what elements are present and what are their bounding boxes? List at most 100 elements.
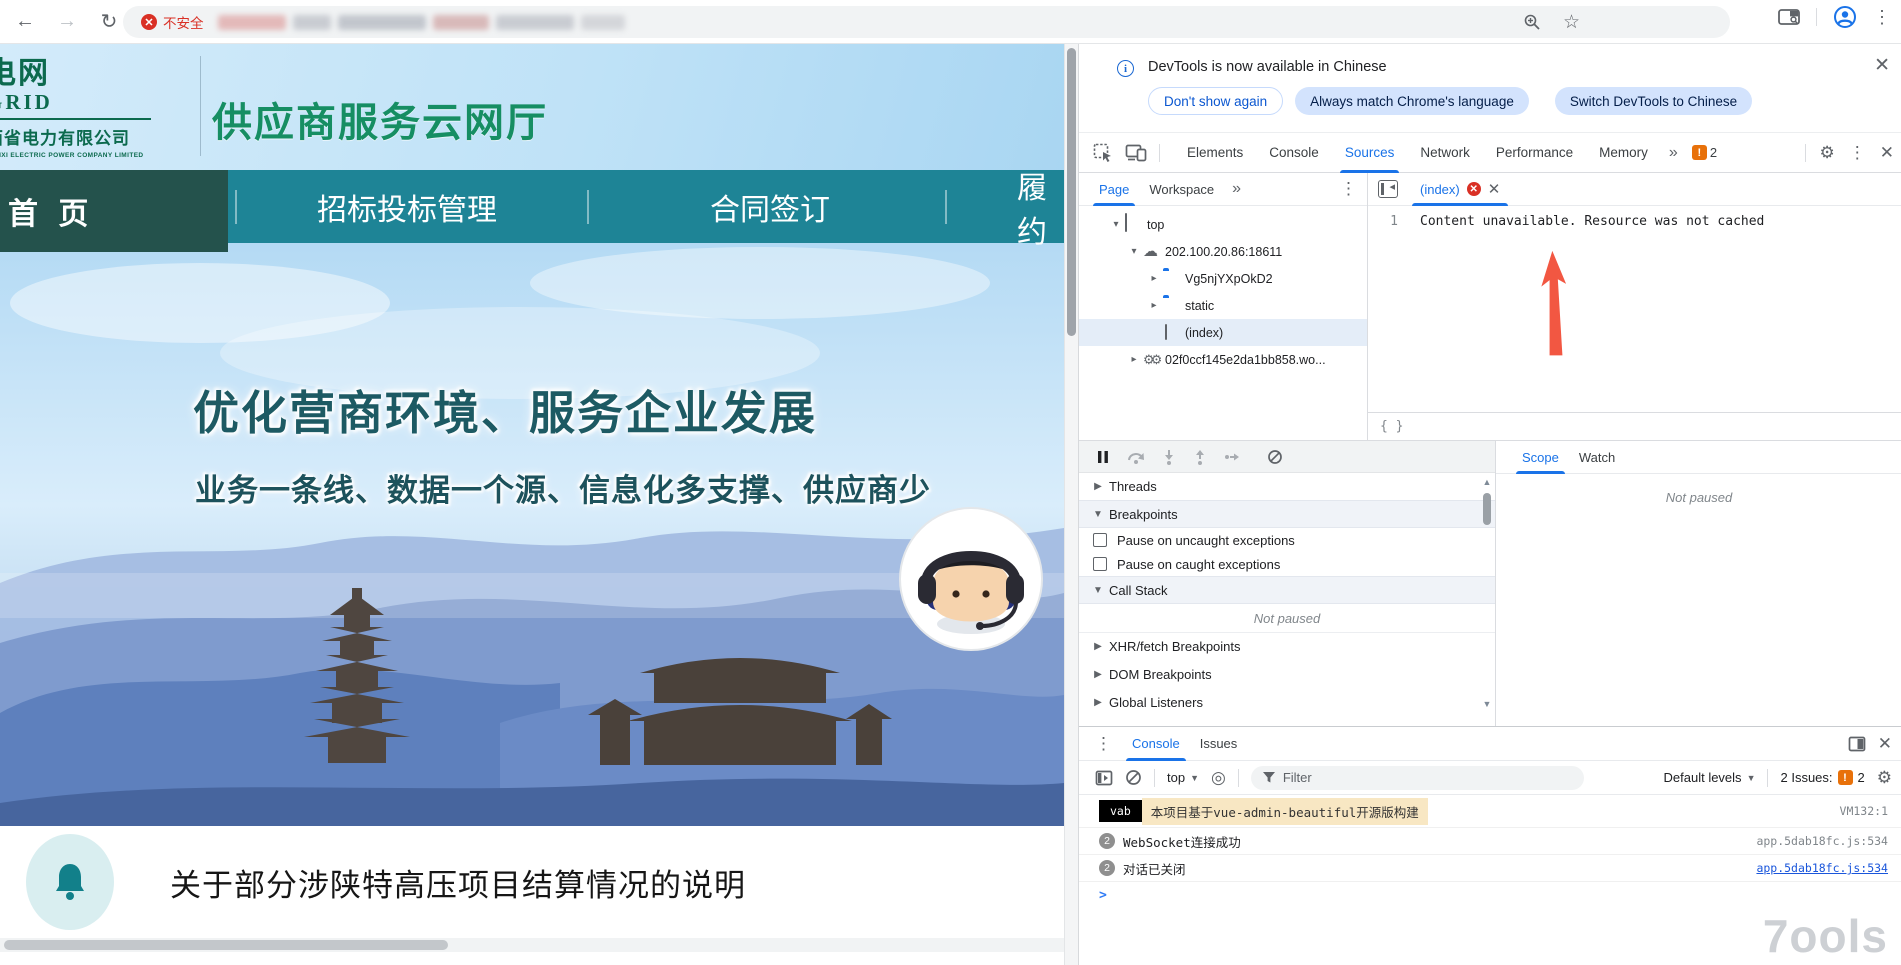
step-icon[interactable] xyxy=(1224,449,1240,465)
section-breakpoints[interactable]: ▼ Breakpoints xyxy=(1079,500,1495,528)
horizontal-scrollbar[interactable] xyxy=(0,938,1064,952)
infobar-close-icon[interactable]: ✕ xyxy=(1874,54,1890,77)
tab-issues[interactable]: Issues xyxy=(1190,727,1248,761)
chevron-down-icon: ▼ xyxy=(1091,509,1105,520)
zoom-icon[interactable] xyxy=(1523,13,1541,31)
navigator-more-tabs-icon[interactable]: » xyxy=(1224,180,1249,198)
bookmark-star-icon[interactable]: ☆ xyxy=(1563,11,1580,34)
profile-icon[interactable] xyxy=(1833,5,1857,29)
devtools-menu-icon[interactable]: ⋮ xyxy=(1849,143,1866,163)
tab-performance[interactable]: Performance xyxy=(1483,133,1586,173)
address-bar[interactable]: ✕ 不安全 ☆ xyxy=(123,6,1730,38)
section-xhr-breakpoints[interactable]: ▶ XHR/fetch Breakpoints xyxy=(1079,632,1495,660)
deactivate-breakpoints-icon[interactable] xyxy=(1267,449,1283,465)
nav-item-home[interactable]: 首 页 xyxy=(0,170,228,252)
devtools-toolbar: Elements Console Sources Network Perform… xyxy=(1079,133,1901,173)
message-source-link[interactable]: app.5dab18fc.js:534 xyxy=(1756,861,1888,875)
nav-item-bidding[interactable]: 招标投标管理 xyxy=(317,170,497,243)
tree-item-top[interactable]: ▾ top xyxy=(1079,211,1367,238)
chevron-right-icon: ▶ xyxy=(1091,481,1105,492)
code-line: 1 Content unavailable. Resource was not … xyxy=(1368,214,1901,229)
line-number: 1 xyxy=(1368,214,1398,229)
chevron-right-icon: ▶ xyxy=(1091,669,1105,680)
customer-service-avatar[interactable] xyxy=(898,506,1044,652)
match-language-button[interactable]: Always match Chrome's language xyxy=(1295,87,1529,115)
tab-watch[interactable]: Watch xyxy=(1569,441,1625,474)
levels-selector[interactable]: Default levels▼ xyxy=(1664,770,1756,785)
chevron-right-icon[interactable]: ▸ xyxy=(1127,354,1141,365)
live-expression-icon[interactable]: ◎ xyxy=(1211,768,1226,788)
tab-network[interactable]: Network xyxy=(1407,133,1483,173)
chevron-down-icon[interactable]: ▾ xyxy=(1109,219,1123,230)
section-global-listeners[interactable]: ▶ Global Listeners xyxy=(1079,688,1495,716)
console-filter-input[interactable]: Filter xyxy=(1251,766,1584,790)
more-tabs-icon[interactable]: » xyxy=(1661,144,1686,162)
console-prompt[interactable]: > xyxy=(1079,882,1901,903)
console-settings-icon[interactable]: ⚙ xyxy=(1877,768,1892,788)
tab-console-drawer[interactable]: Console xyxy=(1122,727,1190,761)
close-tab-icon[interactable]: ✕ xyxy=(1488,180,1501,198)
settings-gear-icon[interactable]: ⚙ xyxy=(1820,143,1835,163)
navigator-tab-page[interactable]: Page xyxy=(1089,173,1139,206)
chevron-down-icon[interactable]: ▾ xyxy=(1127,246,1141,257)
forward-icon[interactable]: → xyxy=(50,5,84,39)
drawer-menu-icon[interactable]: ⋮ xyxy=(1095,734,1112,754)
navigator-menu-icon[interactable]: ⋮ xyxy=(1340,179,1357,199)
device-toolbar-icon[interactable] xyxy=(1125,143,1147,163)
back-icon[interactable]: ← xyxy=(8,5,42,39)
chevron-right-icon[interactable]: ▸ xyxy=(1147,273,1161,284)
console-sidebar-icon[interactable] xyxy=(1095,770,1113,786)
pause-uncaught-checkbox[interactable] xyxy=(1093,533,1107,547)
nav-item-contract[interactable]: 合同签订 xyxy=(710,170,830,243)
hscroll-thumb[interactable] xyxy=(4,940,448,950)
section-dom-breakpoints[interactable]: ▶ DOM Breakpoints xyxy=(1079,660,1495,688)
navigator-tab-workspace[interactable]: Workspace xyxy=(1139,173,1224,206)
devtools-close-icon[interactable]: ✕ xyxy=(1880,143,1894,163)
tab-sources[interactable]: Sources xyxy=(1332,133,1408,173)
dont-show-again-button[interactable]: Don't show again xyxy=(1148,87,1283,115)
browser-menu-icon[interactable]: ⋮ xyxy=(1873,7,1891,28)
tree-item-index[interactable]: (index) xyxy=(1079,319,1367,346)
tab-scope[interactable]: Scope xyxy=(1512,441,1569,474)
drawer-close-icon[interactable]: ✕ xyxy=(1878,734,1892,754)
step-out-icon[interactable] xyxy=(1193,449,1207,465)
reload-icon[interactable]: ↻ xyxy=(92,5,126,39)
tree-item-folder[interactable]: ▸ Vg5njYXpOkD2 xyxy=(1079,265,1367,292)
inspect-icon[interactable] xyxy=(1093,143,1113,163)
issues-counter[interactable]: ! 2 xyxy=(1692,145,1717,160)
console-issues-counter[interactable]: 2 Issues: ! 2 xyxy=(1780,770,1864,785)
tree-item-worker[interactable]: ▸ ⚙⚙ 02f0ccf145e2da1bb858.wo... xyxy=(1079,346,1367,373)
split-panel-icon[interactable] xyxy=(1848,736,1866,752)
tree-item-host[interactable]: ▾ ☁ 202.100.20.86:18611 xyxy=(1079,238,1367,265)
tab-console[interactable]: Console xyxy=(1256,133,1332,173)
tab-memory[interactable]: Memory xyxy=(1586,133,1661,173)
pause-icon[interactable] xyxy=(1096,449,1110,465)
tab-elements[interactable]: Elements xyxy=(1174,133,1256,173)
scroll-thumb[interactable] xyxy=(1483,493,1491,525)
clear-console-icon[interactable] xyxy=(1125,769,1142,786)
vertical-scrollbar[interactable] xyxy=(1064,44,1078,965)
notice-link[interactable]: 关于部分涉陕特高压项目结算情况的说明 xyxy=(170,826,746,938)
message-source[interactable]: VM132:1 xyxy=(1840,804,1888,818)
pause-caught-checkbox[interactable] xyxy=(1093,557,1107,571)
step-over-icon[interactable] xyxy=(1127,449,1145,465)
switch-chinese-button[interactable]: Switch DevTools to Chinese xyxy=(1555,87,1752,115)
section-call-stack[interactable]: ▼ Call Stack xyxy=(1079,576,1495,604)
chevron-right-icon[interactable]: ▸ xyxy=(1147,300,1161,311)
context-selector[interactable]: top▼ xyxy=(1167,770,1199,785)
tree-item-static[interactable]: ▸ static xyxy=(1079,292,1367,319)
nav-item-performance[interactable]: 履约 xyxy=(1017,170,1064,243)
repeat-count-badge: 2 xyxy=(1099,833,1115,849)
security-badge[interactable]: ✕ 不安全 xyxy=(141,12,204,32)
step-into-icon[interactable] xyxy=(1162,449,1176,465)
scroll-up-icon[interactable]: ▲ xyxy=(1481,477,1493,487)
editor-tab-index[interactable]: (index) ✕ ✕ xyxy=(1408,173,1512,206)
message-source[interactable]: app.5dab18fc.js:534 xyxy=(1756,834,1888,848)
toggle-navigator-icon[interactable] xyxy=(1378,180,1398,198)
scroll-down-icon[interactable]: ▼ xyxy=(1481,699,1493,709)
debugger-scrollbar[interactable]: ▲ ▼ xyxy=(1481,477,1493,723)
section-threads[interactable]: ▶ Threads xyxy=(1079,473,1495,500)
side-panel-icon[interactable] xyxy=(1778,8,1800,26)
vscroll-thumb[interactable] xyxy=(1067,48,1076,336)
pretty-print-icon[interactable]: { } xyxy=(1380,419,1403,434)
